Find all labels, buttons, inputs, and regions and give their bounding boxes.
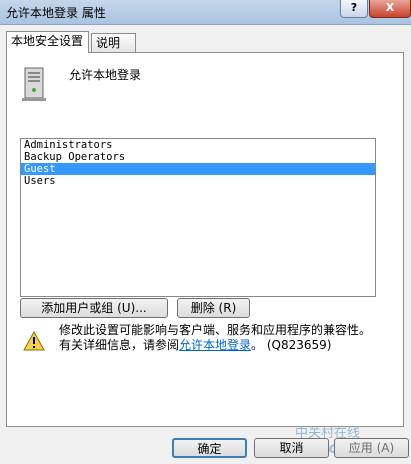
warning-line-1: 修改此设置可能影响与客户端、服务和应用程序的兼容性。 xyxy=(59,323,372,337)
help-button[interactable]: ? xyxy=(340,0,368,18)
title-bar: 允许本地登录 属性 ? X xyxy=(0,0,411,25)
cancel-button[interactable]: 取消 xyxy=(254,438,329,458)
tab-explain[interactable]: 说明 xyxy=(91,33,136,53)
close-button[interactable]: X xyxy=(369,0,411,18)
add-user-or-group-button[interactable]: 添加用户或组 (U)... xyxy=(20,298,168,318)
warning-text: 修改此设置可能影响与客户端、服务和应用程序的兼容性。 有关详细信息，请参阅允许本… xyxy=(59,323,389,353)
tab-panel: 允许本地登录 Administrators Backup Operators G… xyxy=(6,52,404,427)
list-item[interactable]: Backup Operators xyxy=(21,151,375,163)
list-item-selected[interactable]: Guest xyxy=(21,163,375,175)
warning-line-2: 有关详细信息，请参阅允许本地登录。 (Q823659) xyxy=(59,338,389,353)
window-title: 允许本地登录 属性 xyxy=(6,6,106,20)
list-item[interactable]: Administrators xyxy=(21,139,375,151)
warning-suffix: 。 (Q823659) xyxy=(251,338,332,352)
tab-local-security-setting[interactable]: 本地安全设置 xyxy=(6,31,89,53)
warning-icon xyxy=(23,331,45,351)
warning-prefix: 有关详细信息，请参阅 xyxy=(59,338,180,352)
help-link[interactable]: 允许本地登录 xyxy=(179,338,251,352)
setting-name: 允许本地登录 xyxy=(69,68,142,82)
ok-button[interactable]: 确定 xyxy=(172,438,247,458)
close-icon: X xyxy=(385,1,395,14)
remove-button[interactable]: 删除 (R) xyxy=(177,298,250,318)
apply-button[interactable]: 应用 (A) xyxy=(334,438,409,458)
list-item[interactable]: Users xyxy=(21,175,375,187)
server-icon xyxy=(22,67,46,101)
help-icon: ? xyxy=(350,1,358,14)
principals-listbox[interactable]: Administrators Backup Operators Guest Us… xyxy=(20,138,376,297)
